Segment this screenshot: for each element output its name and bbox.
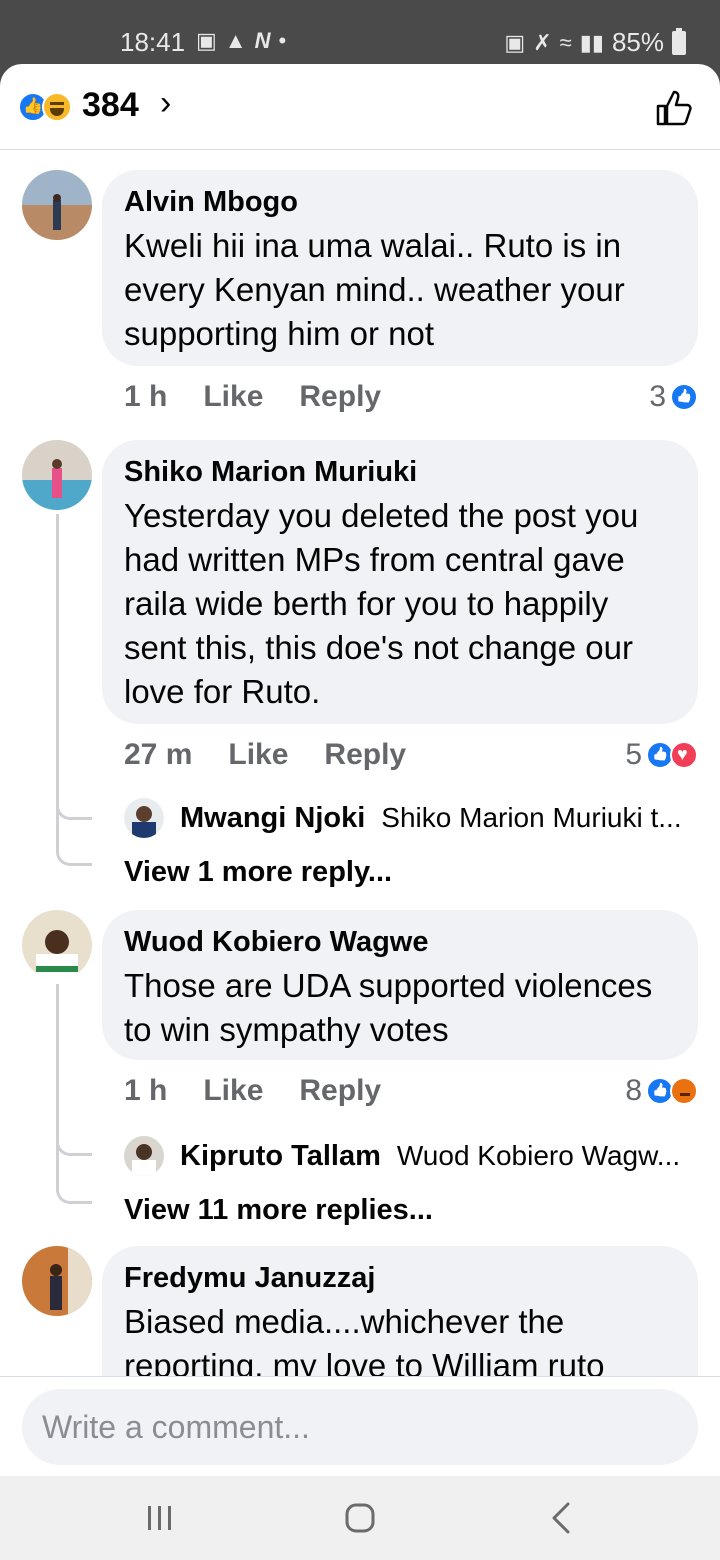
avatar-photo — [22, 1246, 92, 1316]
lock-icon: ▣ — [504, 29, 526, 55]
reply-snippet: Wuod Kobiero Wagw... — [396, 1140, 681, 1171]
comment-bubble[interactable]: Shiko Marion Muriuki Yesterday you delet… — [102, 440, 698, 724]
comment-actions: 27 m Like Reply — [124, 738, 406, 772]
battery-percent: 85% — [611, 27, 664, 57]
chevron-right-icon[interactable]: › — [160, 84, 171, 123]
reply-preview[interactable]: Kipruto Tallam Wuod Kobiero Wagw... — [124, 1136, 680, 1176]
status-time: 18:41 — [120, 27, 186, 57]
avatar[interactable] — [22, 1246, 92, 1316]
thread-branch — [56, 796, 92, 820]
avatar[interactable] — [22, 170, 92, 240]
comment-reactions[interactable]: 5 — [625, 738, 698, 772]
thread-branch — [56, 1180, 92, 1204]
avatar-photo — [22, 170, 92, 240]
like-button[interactable]: Like — [203, 380, 263, 414]
gallery-icon: ▣ — [196, 28, 217, 53]
comment-author[interactable]: Wuod Kobiero Wagwe — [124, 924, 676, 960]
avatar-photo — [22, 440, 92, 510]
wifi-icon: ≈ — [559, 29, 572, 55]
like-icon — [670, 383, 698, 411]
comment-actions: 1 h Like Reply — [124, 380, 381, 414]
thread-branch — [56, 1132, 92, 1156]
status-bar: 18:41 ▣ ▲ N • ▣ ✗ ≈ ▮▮ 85% — [0, 0, 720, 70]
thread-branch — [56, 842, 92, 866]
reply-author[interactable]: Kipruto Tallam — [180, 1140, 381, 1173]
comment-time[interactable]: 1 h — [124, 1074, 167, 1108]
view-more-replies-link[interactable]: View 11 more replies... — [124, 1194, 433, 1227]
reply-button[interactable]: Reply — [299, 380, 381, 414]
back-icon[interactable] — [542, 1498, 582, 1538]
reaction-count: 5 — [625, 738, 642, 771]
mute-icon: ✗ — [533, 29, 552, 55]
recent-apps-icon[interactable] — [140, 1498, 180, 1538]
reply-button[interactable]: Reply — [299, 1074, 381, 1108]
comment-actions: 1 h Like Reply — [124, 1074, 381, 1108]
comment-time[interactable]: 1 h — [124, 380, 167, 414]
dot-icon: • — [278, 28, 287, 53]
composer-bar — [0, 1376, 720, 1476]
comment-text: Kweli hii ina uma walai.. Ruto is in eve… — [124, 227, 625, 352]
comment-text: Yesterday you deleted the post you had w… — [124, 497, 639, 710]
avatar[interactable] — [124, 798, 164, 838]
like-button[interactable]: Like — [228, 738, 288, 772]
angry-icon — [670, 1077, 698, 1105]
comment-text: Biased media....whichever the reporting,… — [124, 1303, 605, 1384]
comment-bubble[interactable]: Alvin Mbogo Kweli hii ina uma walai.. Ru… — [102, 170, 698, 366]
system-icons: ▣ ✗ ≈ ▮▮ 85% — [504, 27, 686, 58]
reaction-count: 384 — [82, 86, 139, 124]
avatar-photo — [124, 1136, 164, 1176]
thumbs-up-icon[interactable] — [654, 88, 694, 128]
reaction-count: 3 — [649, 380, 666, 413]
love-icon — [670, 741, 698, 769]
reply-preview[interactable]: Mwangi Njoki Shiko Marion Muriuki t... — [124, 798, 682, 838]
avatar-photo — [124, 798, 164, 838]
battery-icon — [672, 27, 686, 55]
notification-icons: ▣ ▲ N • — [196, 28, 286, 54]
comment-text: Those are UDA supported violences to win… — [124, 967, 653, 1048]
avatar[interactable] — [22, 910, 92, 980]
alert-icon: ▲ — [224, 28, 247, 53]
comment-author[interactable]: Shiko Marion Muriuki — [124, 454, 676, 490]
comment-bubble[interactable]: Wuod Kobiero Wagwe Those are UDA support… — [102, 910, 698, 1060]
home-icon[interactable] — [340, 1498, 380, 1538]
thread-line — [56, 984, 59, 1184]
comment-time[interactable]: 27 m — [124, 738, 192, 772]
comments-sheet: 👍 384 › Alvin Mbogo Kweli hii ina uma wa… — [0, 64, 720, 1476]
haha-reaction-icon — [42, 92, 72, 122]
reaction-icons: 👍 — [18, 92, 76, 122]
system-nav-bar — [0, 1476, 720, 1560]
view-more-replies-link[interactable]: View 1 more reply... — [124, 856, 392, 889]
reply-button[interactable]: Reply — [324, 738, 406, 772]
comment-author[interactable]: Alvin Mbogo — [124, 184, 676, 220]
thread-line — [56, 514, 59, 844]
avatar[interactable] — [124, 1136, 164, 1176]
comment-input[interactable] — [22, 1389, 698, 1465]
comment-reactions[interactable]: 3 — [649, 380, 698, 414]
netflix-icon: N — [254, 28, 271, 53]
avatar-photo — [22, 910, 92, 980]
reaction-count: 8 — [625, 1074, 642, 1107]
like-button[interactable]: Like — [203, 1074, 263, 1108]
comment-reactions[interactable]: 8 — [625, 1074, 698, 1108]
comment-author[interactable]: Fredymu Januzzaj — [124, 1260, 676, 1296]
avatar[interactable] — [22, 440, 92, 510]
signal-icon: ▮▮ — [579, 29, 604, 55]
reply-author[interactable]: Mwangi Njoki — [180, 802, 365, 835]
reply-snippet: Shiko Marion Muriuki t... — [381, 802, 682, 833]
reactions-header[interactable]: 👍 384 › — [0, 64, 720, 150]
